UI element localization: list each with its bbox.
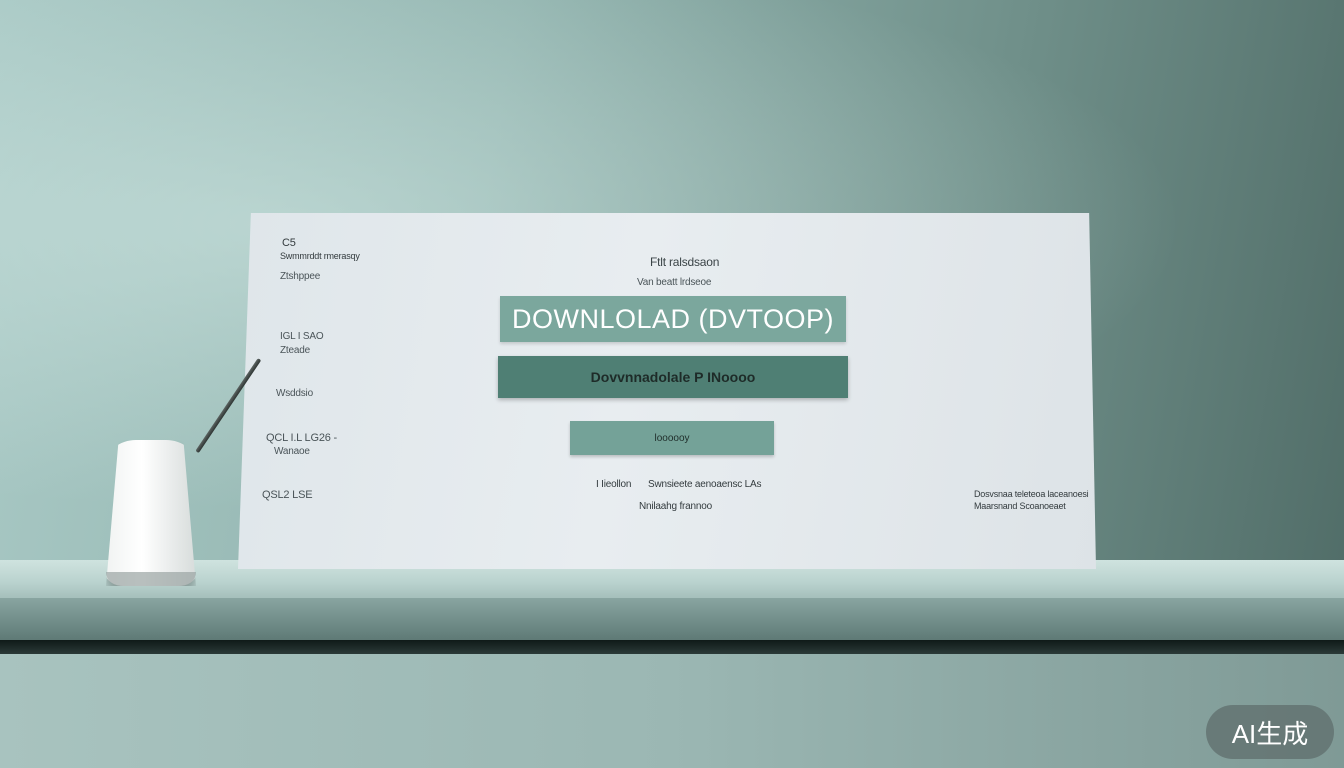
left-label-os-detail: Swmmrddt rmerasqy bbox=[280, 251, 360, 261]
ai-generated-badge: AI生成 bbox=[1206, 705, 1334, 759]
left-label-build-detail: Zteade bbox=[280, 345, 310, 356]
decorative-vase bbox=[106, 440, 196, 586]
download-primary-button[interactable]: Dovvnnadolale P INoooo bbox=[498, 356, 848, 398]
panel-title: Ftlt ralsdsaon bbox=[650, 255, 720, 269]
left-label-release-detail: Wanaoe bbox=[274, 446, 310, 457]
download-desktop-button[interactable]: DOWNLOLAD (DVTOOP) bbox=[500, 296, 846, 342]
footer-link-left[interactable]: I Iieollon bbox=[596, 479, 631, 490]
footer-right-line1: Dosvsnaa teleteoa laceanoesi bbox=[974, 489, 1089, 499]
left-label-release: QCL I.L LG26 - bbox=[266, 432, 337, 444]
footer-right-line2: Maarsnand Scoanoeaet bbox=[974, 501, 1066, 511]
left-label-build: IGL I SAO bbox=[280, 331, 324, 342]
secondary-button[interactable]: loooooy bbox=[570, 421, 774, 455]
panel-subtitle: Van beatt lrdseoe bbox=[637, 277, 712, 288]
shelf-shadow bbox=[0, 640, 1344, 654]
left-label-size: QSL2 LSE bbox=[262, 489, 313, 501]
left-label-version: Ztshppee bbox=[280, 271, 321, 282]
left-label-windows: Wsddsio bbox=[276, 388, 313, 399]
footer-note: Nnilaahg frannoo bbox=[639, 501, 712, 512]
floor bbox=[0, 654, 1344, 768]
shelf-front bbox=[0, 598, 1344, 640]
download-panel: C5 Swmmrddt rmerasqy Ztshppee IGL I SAO … bbox=[238, 213, 1096, 569]
footer-link-right[interactable]: Swnsieete aenoaensc LAs bbox=[648, 479, 761, 490]
left-label-os: C5 bbox=[282, 237, 296, 249]
vase-base bbox=[106, 572, 196, 586]
